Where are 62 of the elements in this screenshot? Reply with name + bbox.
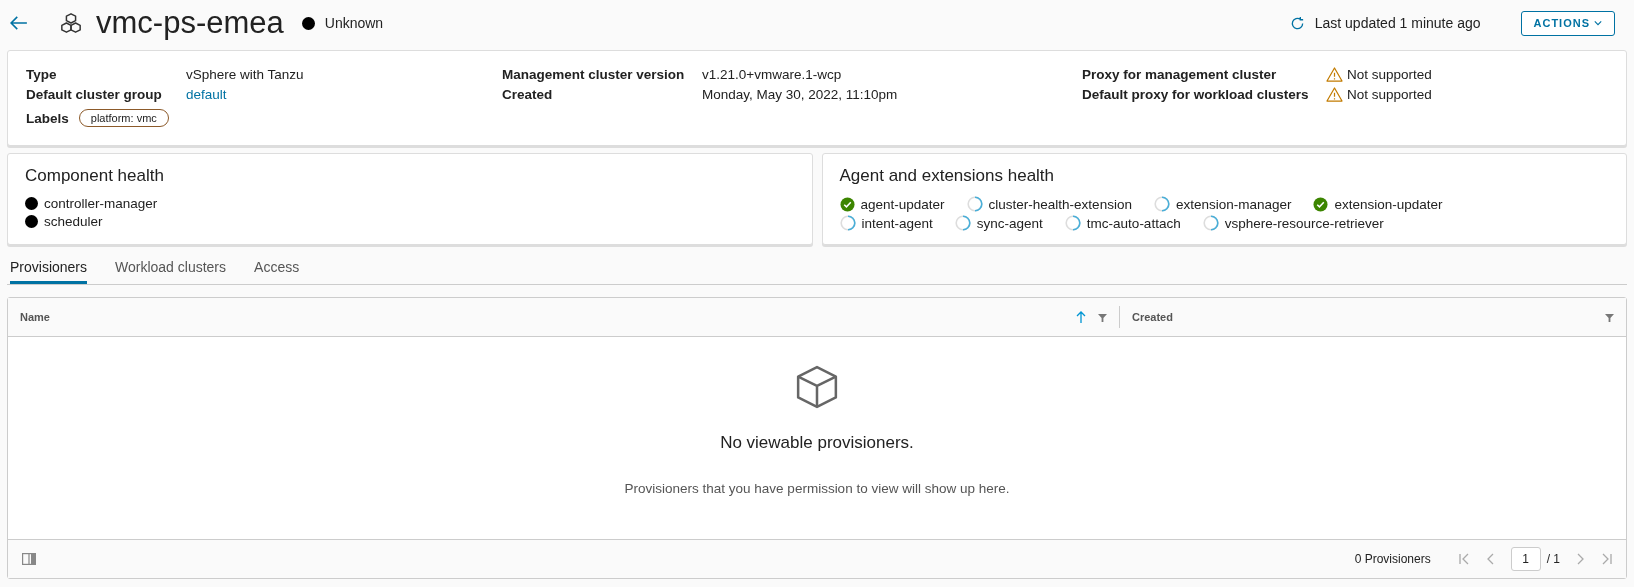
warning-icon [1326,66,1343,82]
check-circle-icon [1313,196,1329,212]
detail-value: Not supported [1347,86,1432,102]
spinner-icon [1153,196,1170,212]
tab[interactable]: Provisioners [10,253,88,284]
detail-value: v1.21.0+vmware.1-wcp [702,66,842,82]
detail-label: Created [502,86,554,102]
last-page-icon[interactable] [1600,553,1612,565]
spinner-icon [839,215,856,231]
detail-value: Monday, May 30, 2022, 11:10pm [702,86,898,102]
filter-icon[interactable] [1605,312,1614,322]
column-header[interactable]: Name [8,306,1120,328]
detail-label: Default proxy for workload clusters [1082,86,1310,102]
back-arrow-icon[interactable] [10,16,28,30]
card-title: Agent and extensions health [839,166,1056,186]
warning-icon [1326,86,1343,102]
sort-arrow-icon[interactable] [1076,311,1086,323]
page-total: / 1 [1546,552,1560,566]
detail-label: Type [26,66,58,82]
detail-label: Proxy for management cluster [1082,66,1278,82]
agent-name: cluster-health-extension [988,196,1132,212]
tab[interactable]: Access [254,253,300,284]
agent-name: intent-agent [861,215,933,231]
agent-name: agent-updater [860,196,945,212]
column-header[interactable]: Created [1120,298,1626,336]
status-dot [301,16,315,30]
tab[interactable]: Workload clusters [115,253,227,284]
detail-label: Labels [26,110,69,126]
refresh-icon[interactable] [1289,15,1305,31]
agent-name: tmc-auto-attach [1086,215,1181,231]
agent-name: sync-agent [976,215,1043,231]
component-name: scheduler [44,214,103,229]
page-input[interactable]: 1 [1510,547,1541,571]
spinner-icon [966,196,983,212]
empty-title: No viewable provisioners. [720,433,914,453]
agent-name: vsphere-resource-retriever [1224,215,1384,231]
item-count: 0 Provisioners [1354,552,1431,566]
first-page-icon[interactable] [1458,553,1471,565]
column-toggle-icon[interactable] [22,553,36,565]
spinner-icon [954,215,971,231]
spinner-icon [1202,215,1219,231]
detail-link[interactable]: default [186,86,227,102]
card-title: Component health [25,166,165,186]
component-name: controller-manager [44,196,158,211]
status-dot [25,215,38,228]
box-icon [796,365,838,409]
status-dot [25,197,38,210]
detail-label: Default cluster group [26,86,163,102]
agent-name: extension-manager [1175,196,1292,212]
last-updated-text: Last updated 1 minute ago [1314,15,1481,31]
caret-icon [1594,20,1602,26]
detail-label: Management cluster version [502,66,686,82]
empty-message: Provisioners that you have permission to view will show up here. [624,481,1010,496]
status-text: Unknown [324,15,384,31]
check-circle-icon [839,196,855,212]
actions-button[interactable]: ACTIONS [1520,10,1615,36]
filter-icon[interactable] [1098,312,1107,322]
detail-value: Not supported [1347,66,1432,82]
detail-value: vSphere with Tanzu [186,66,304,82]
agent-name: extension-updater [1334,196,1443,212]
spinner-icon [1064,215,1081,231]
page-title: vmc-ps-emea [96,5,284,41]
